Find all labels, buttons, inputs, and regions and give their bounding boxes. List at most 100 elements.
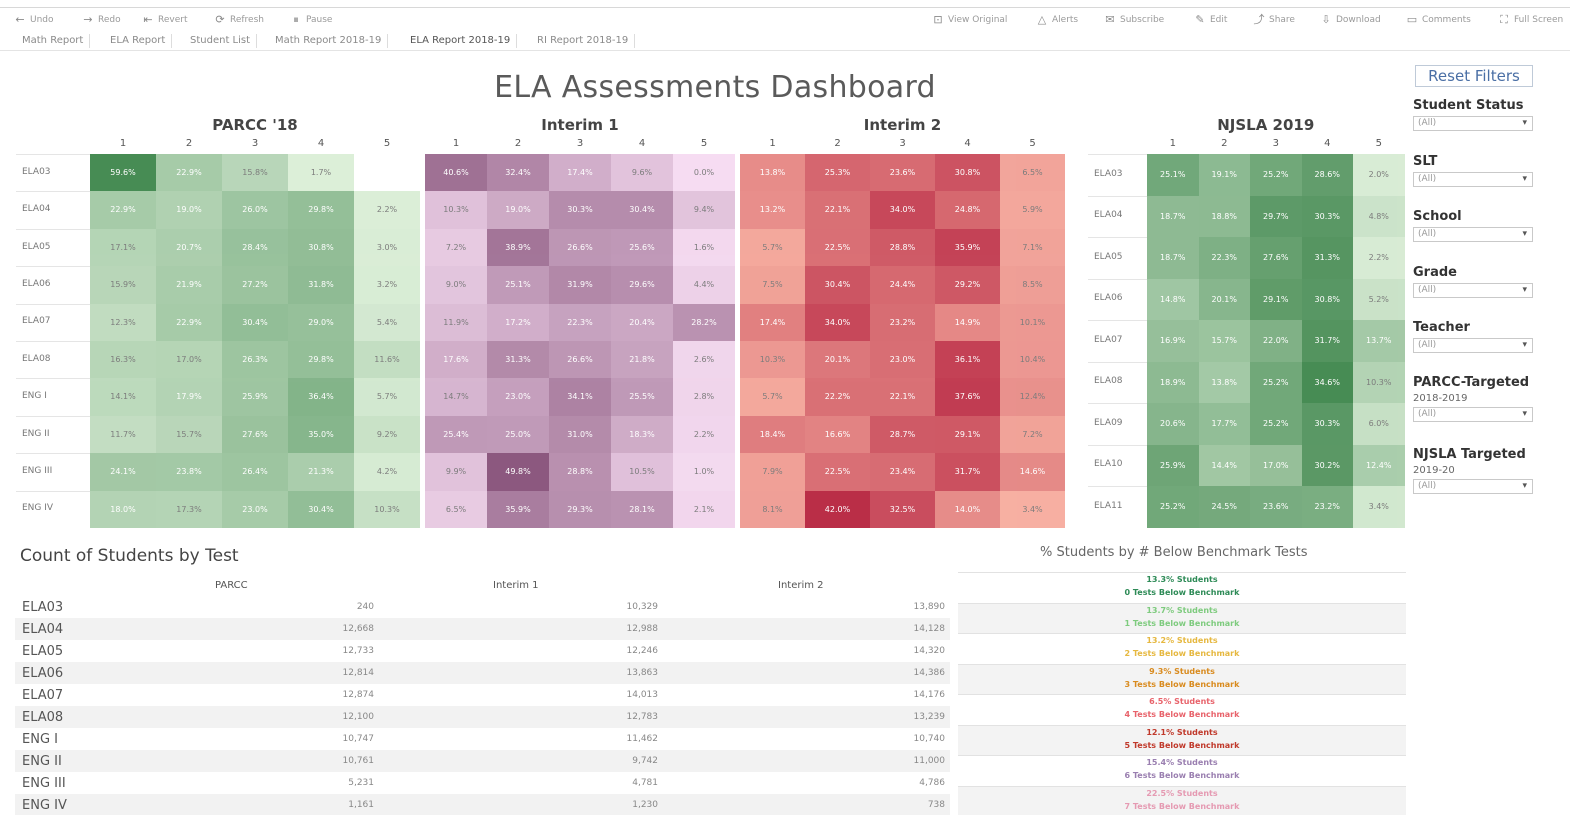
subscribe-button[interactable]: ✉ Subscribe	[1104, 14, 1164, 25]
heatmap-cell[interactable]: 15.7%	[156, 415, 222, 454]
heatmap-cell[interactable]: 25.0%	[487, 415, 549, 454]
heatmap-cell[interactable]: 18.7%	[1147, 195, 1199, 237]
benchmark-row[interactable]: 15.4% Students 6 Tests Below Benchmark	[958, 755, 1406, 785]
heatmap-cell[interactable]: 28.8%	[870, 228, 935, 267]
heatmap-cell[interactable]: 34.6%	[1301, 361, 1353, 403]
heatmap-cell[interactable]: 23.8%	[156, 453, 222, 491]
heatmap-cell[interactable]: 18.8%	[1198, 195, 1250, 237]
heatmap-cell[interactable]: 14.9%	[935, 303, 1000, 341]
heatmap-cell[interactable]: 29.7%	[1250, 195, 1302, 237]
heatmap-cell[interactable]: 14.4%	[1198, 444, 1250, 486]
heatmap-cell[interactable]: 28.7%	[870, 415, 935, 454]
heatmap-cell[interactable]: 6.5%	[425, 490, 487, 528]
heatmap-cell[interactable]: 22.2%	[805, 378, 870, 416]
heatmap-cell[interactable]: 30.4%	[611, 191, 673, 229]
tab-item[interactable]: ELA Report	[110, 34, 173, 48]
heatmap-cell[interactable]: 22.9%	[90, 191, 156, 229]
heatmap-cell[interactable]: 30.4%	[288, 490, 354, 528]
heatmap-cell[interactable]: 5.7%	[740, 378, 805, 416]
heatmap-cell[interactable]: 25.6%	[611, 228, 673, 267]
heatmap-cell[interactable]: 22.5%	[805, 228, 870, 267]
heatmap-cell[interactable]: 34.0%	[870, 191, 935, 229]
heatmap-cell[interactable]: 3.0%	[354, 228, 420, 267]
heatmap-cell[interactable]: 17.7%	[1198, 403, 1250, 445]
heatmap-cell[interactable]: 20.6%	[1147, 403, 1199, 445]
alerts-button[interactable]: △ Alerts	[1036, 14, 1078, 25]
heatmap-cell[interactable]: 23.0%	[222, 490, 288, 528]
heatmap-cell[interactable]: 30.8%	[935, 154, 1000, 192]
heatmap-cell[interactable]: 31.8%	[288, 266, 354, 304]
heatmap-cell[interactable]: 12.4%	[1000, 378, 1065, 416]
heatmap-cell[interactable]: 27.6%	[222, 415, 288, 454]
heatmap-cell[interactable]: 30.4%	[222, 303, 288, 341]
tab-item[interactable]: Math Report	[22, 34, 91, 48]
heatmap-cell[interactable]: 26.6%	[549, 341, 611, 379]
heatmap-cell[interactable]: 26.6%	[549, 228, 611, 267]
heatmap-cell[interactable]: 26.4%	[222, 453, 288, 491]
pause-button[interactable]: ⏸ Pause	[290, 14, 332, 25]
heatmap-cell[interactable]: 23.6%	[1250, 486, 1302, 528]
heatmap-cell[interactable]: 15.9%	[90, 266, 156, 304]
heatmap-cell[interactable]: 2.1%	[673, 490, 735, 528]
heatmap-cell[interactable]: 27.6%	[1250, 237, 1302, 279]
heatmap-cell[interactable]: 21.9%	[156, 266, 222, 304]
heatmap-cell[interactable]: 35.0%	[288, 415, 354, 454]
heatmap-cell[interactable]: 31.9%	[549, 266, 611, 304]
heatmap-cell[interactable]: 29.6%	[611, 266, 673, 304]
heatmap-cell[interactable]: 18.7%	[1147, 237, 1199, 279]
heatmap-cell[interactable]: 29.2%	[935, 266, 1000, 304]
heatmap-cell[interactable]: 2.2%	[673, 415, 735, 454]
heatmap-cell[interactable]: 15.8%	[222, 154, 288, 192]
heatmap-cell[interactable]: 27.2%	[222, 266, 288, 304]
heatmap-cell[interactable]: 2.8%	[673, 378, 735, 416]
benchmark-row[interactable]: 13.3% Students 0 Tests Below Benchmark	[958, 572, 1406, 602]
heatmap-cell[interactable]: 30.3%	[1301, 195, 1353, 237]
heatmap-cell[interactable]: 1.6%	[673, 228, 735, 267]
heatmap-cell[interactable]: 7.1%	[1000, 228, 1065, 267]
heatmap-cell[interactable]: 49.8%	[487, 453, 549, 491]
heatmap-cell[interactable]: 32.4%	[487, 154, 549, 192]
heatmap-cell[interactable]: 12.3%	[90, 303, 156, 341]
heatmap-cell[interactable]: 37.6%	[935, 378, 1000, 416]
heatmap-cell[interactable]: 31.3%	[487, 341, 549, 379]
heatmap-cell[interactable]: 34.0%	[805, 303, 870, 341]
heatmap-cell[interactable]: 32.5%	[870, 490, 935, 528]
heatmap-cell[interactable]: 26.0%	[222, 191, 288, 229]
heatmap-cell[interactable]: 22.9%	[156, 154, 222, 192]
reset-filters-button[interactable]: Reset Filters	[1415, 65, 1533, 87]
heatmap-cell[interactable]: 35.9%	[935, 228, 1000, 267]
heatmap-cell[interactable]: 16.3%	[90, 341, 156, 379]
heatmap-cell[interactable]: 10.3%	[1353, 361, 1405, 403]
benchmark-row[interactable]: 22.5% Students 7 Tests Below Benchmark	[958, 785, 1406, 815]
heatmap-cell[interactable]: 17.4%	[549, 154, 611, 192]
benchmark-row[interactable]: 6.5% Students 4 Tests Below Benchmark	[958, 694, 1406, 724]
heatmap-cell[interactable]: 10.4%	[1000, 341, 1065, 379]
heatmap-cell[interactable]	[354, 154, 420, 192]
heatmap-cell[interactable]: 22.3%	[1198, 237, 1250, 279]
heatmap-cell[interactable]: 11.9%	[425, 303, 487, 341]
heatmap-cell[interactable]: 2.6%	[673, 341, 735, 379]
heatmap-cell[interactable]: 24.1%	[90, 453, 156, 491]
heatmap-cell[interactable]: 4.2%	[354, 453, 420, 491]
heatmap-cell[interactable]: 8.1%	[740, 490, 805, 528]
heatmap-cell[interactable]: 3.4%	[1000, 490, 1065, 528]
heatmap-cell[interactable]: 7.5%	[740, 266, 805, 304]
heatmap-cell[interactable]: 7.2%	[425, 228, 487, 267]
heatmap-cell[interactable]: 5.9%	[1000, 191, 1065, 229]
heatmap-cell[interactable]: 23.2%	[1301, 486, 1353, 528]
heatmap-cell[interactable]: 28.6%	[1301, 154, 1353, 196]
heatmap-cell[interactable]: 16.6%	[805, 415, 870, 454]
heatmap-cell[interactable]: 23.0%	[870, 341, 935, 379]
heatmap-cell[interactable]: 14.1%	[90, 378, 156, 416]
heatmap-cell[interactable]: 5.7%	[354, 378, 420, 416]
heatmap-cell[interactable]: 7.9%	[740, 453, 805, 491]
heatmap-cell[interactable]: 9.6%	[611, 154, 673, 192]
heatmap-cell[interactable]: 24.4%	[870, 266, 935, 304]
heatmap-cell[interactable]: 28.2%	[673, 303, 735, 341]
heatmap-cell[interactable]: 30.8%	[288, 228, 354, 267]
heatmap-cell[interactable]: 18.4%	[740, 415, 805, 454]
heatmap-cell[interactable]: 21.8%	[611, 341, 673, 379]
heatmap-cell[interactable]: 13.8%	[1198, 361, 1250, 403]
revert-button[interactable]: ⇤ Revert	[142, 14, 187, 25]
filter-dropdown[interactable]: (All) ▾	[1413, 338, 1533, 353]
